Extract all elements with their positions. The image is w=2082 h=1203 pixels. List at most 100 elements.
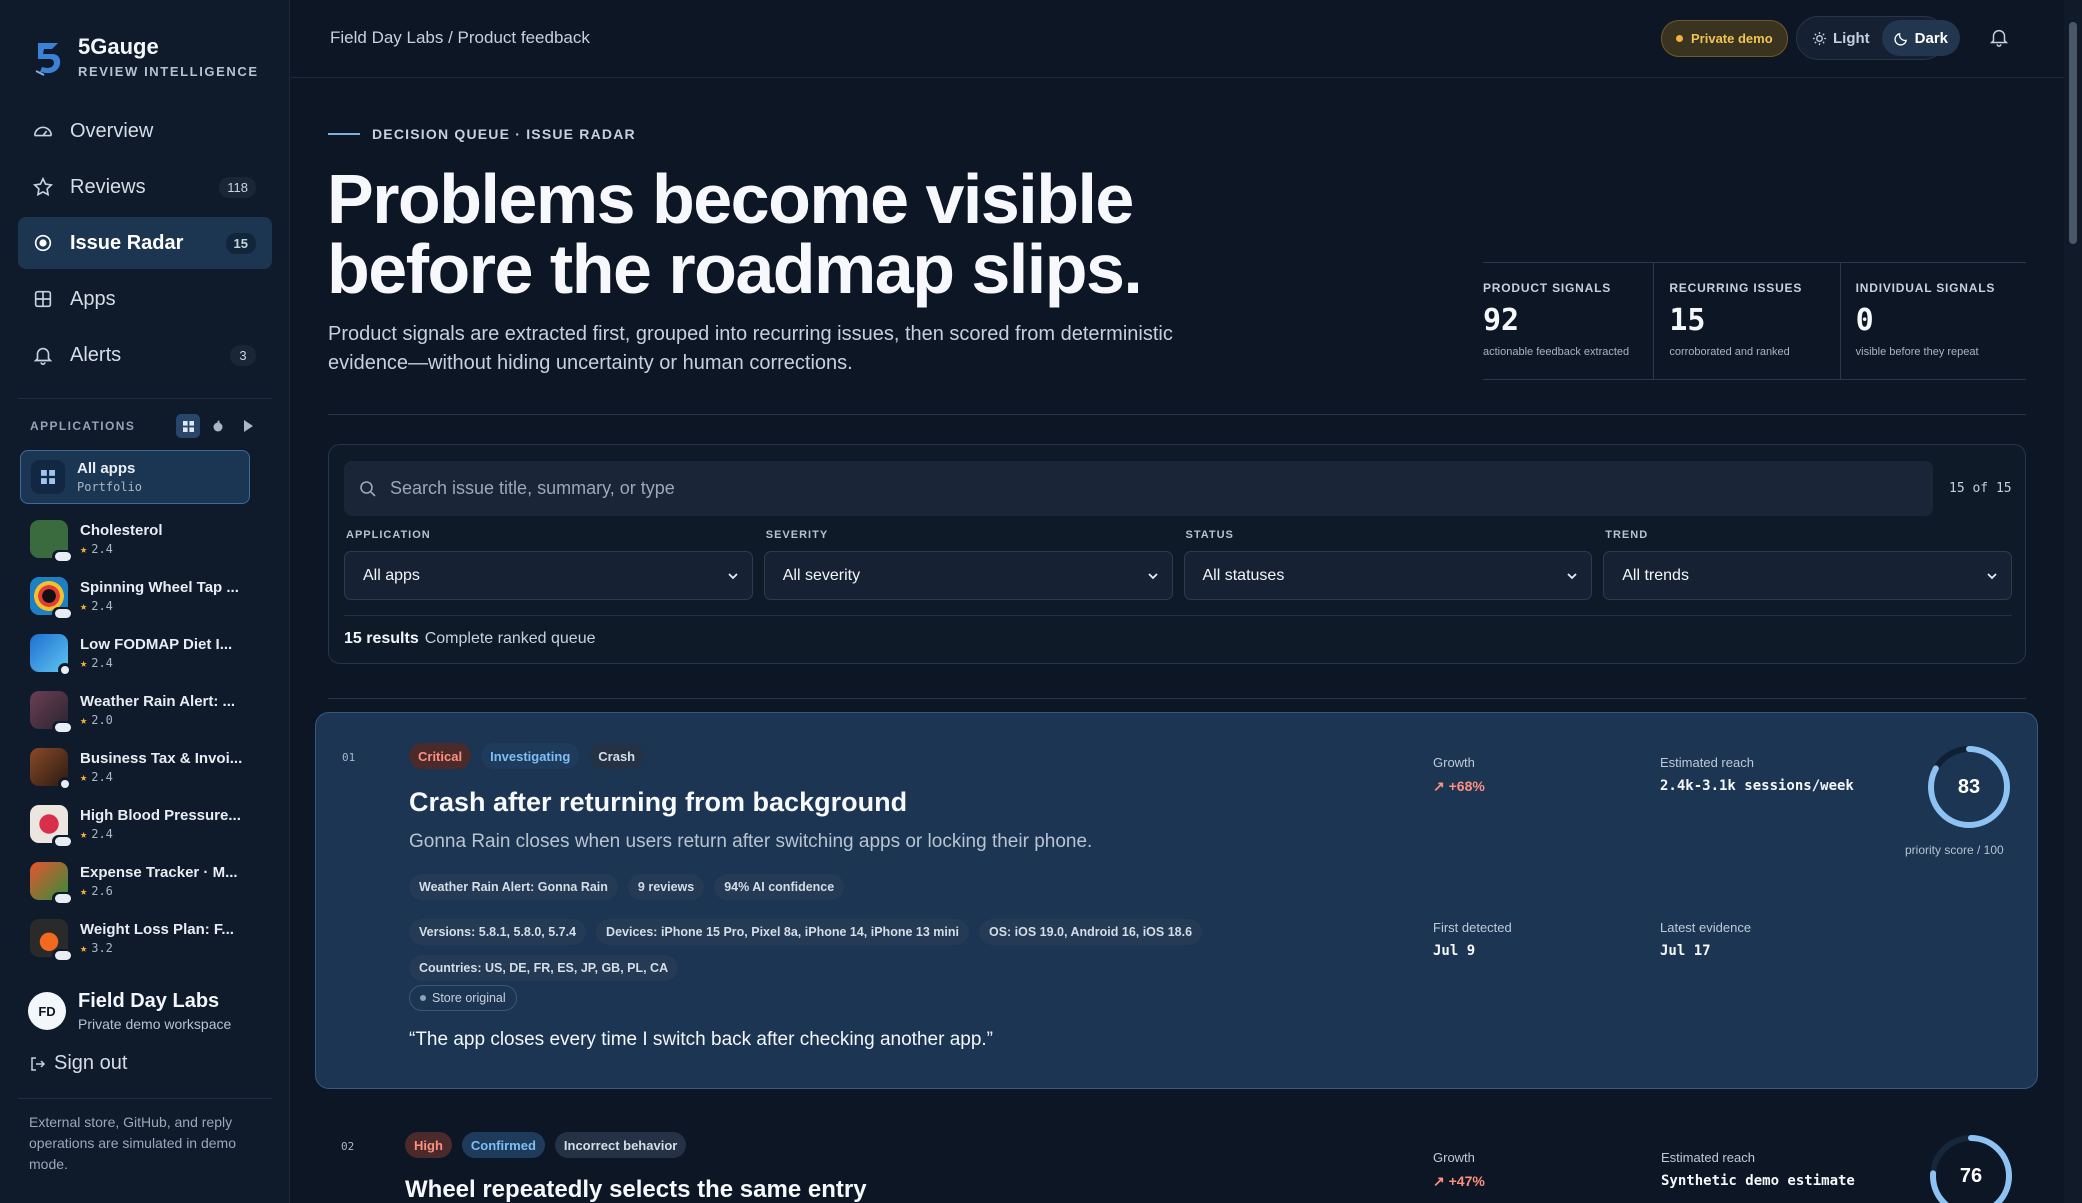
app-icon-spinning-wheel (30, 576, 74, 620)
select-value: All apps (363, 566, 420, 584)
latest-evidence-value: Jul 17 (1660, 943, 1711, 959)
star-icon: ★ (80, 769, 88, 784)
latest-evidence-metric: Latest evidence Jul 17 (1660, 920, 1751, 959)
issue-summary: Gonna Rain closes when users return afte… (409, 831, 1093, 852)
theme-dark-button[interactable]: Dark (1881, 20, 1961, 56)
sidebar-divider (18, 398, 272, 399)
theme-light-button[interactable]: Light (1800, 20, 1882, 56)
grid-icon (34, 290, 52, 308)
versions-chip: Versions: 5.8.1, 5.8.0, 5.7.4 (409, 919, 587, 945)
app-item[interactable]: Expense Tracker · M... ★ 2.6 (20, 852, 250, 909)
nav-count: 15 (225, 232, 256, 254)
app-name: Expense Tracker · M... (80, 863, 238, 881)
nav-label: Alerts (70, 343, 122, 366)
issue-rank: 01 (342, 751, 356, 764)
app-item-all-apps[interactable]: All apps Portfolio (20, 450, 250, 504)
dot-icon (420, 995, 426, 1001)
brand[interactable]: 5Gauge REVIEW INTELLIGENCE (32, 34, 259, 79)
select-value: All statuses (1202, 566, 1285, 584)
app-icon-weight-loss (30, 918, 74, 962)
app-rating: 2.4 (91, 541, 113, 556)
app-item[interactable]: Weather Rain Alert: ... ★ 2.0 (20, 681, 250, 738)
application-select[interactable]: All apps (344, 551, 753, 600)
summary-stats: PRODUCT SIGNALS 92 actionable feedback e… (1483, 262, 2026, 380)
nav-item-overview[interactable]: Overview (18, 105, 272, 157)
first-detected-metric: First detected Jul 9 (1433, 920, 1512, 959)
stat-sub: corroborated and ranked (1669, 346, 1790, 358)
brand-logo-icon (35, 42, 61, 76)
apple-icon[interactable] (206, 414, 230, 438)
app-name: Business Tax & Invoi... (80, 749, 243, 767)
chevron-down-icon (728, 572, 738, 579)
theme-light-label: Light (1833, 29, 1870, 47)
applications-heading: APPLICATIONS (30, 419, 136, 433)
issue-env-chips: Versions: 5.8.1, 5.8.0, 5.7.4 Devices: i… (409, 919, 1269, 981)
os-chip: OS: iOS 19.0, Android 16, iOS 18.6 (978, 919, 1203, 945)
sun-icon (1812, 31, 1827, 45)
issue-card[interactable]: 02 High Confirmed Incorrect behavior Whe… (315, 1106, 2038, 1203)
countries-chip: Countries: US, DE, FR, ES, JP, GB, PL, C… (409, 955, 679, 981)
eyebrow-text: DECISION QUEUE · ISSUE RADAR (372, 126, 636, 142)
app-icon-business-tax (30, 747, 72, 791)
status-badge: Investigating (481, 743, 580, 769)
filter-label: STATUS (1185, 529, 1234, 541)
grid-icon (31, 460, 65, 494)
metric-label: Estimated reach (1660, 755, 1754, 770)
sidebar-divider (18, 1098, 272, 1099)
filter-row: APPLICATION All apps SEVERITY All severi… (344, 529, 2012, 600)
stat-sub: visible before they repeat (1855, 346, 1979, 358)
sign-out-button[interactable]: Sign out (30, 1052, 127, 1075)
nav-count: 118 (219, 176, 256, 198)
store-original-chip[interactable]: Store original (409, 985, 517, 1011)
severity-badge: Critical (409, 743, 472, 769)
severity-select[interactable]: All severity (763, 551, 1173, 600)
page-title: Problems become visible before the roadm… (327, 160, 1143, 308)
brand-name: 5Gauge (78, 34, 159, 59)
star-icon: ★ (80, 655, 88, 670)
app-item[interactable]: Spinning Wheel Tap ... ★ 2.4 (20, 567, 250, 624)
notifications-bell-icon[interactable] (1988, 26, 2010, 48)
select-value: All severity (782, 566, 861, 584)
filter-application: APPLICATION All apps (344, 529, 753, 600)
page-scrollbar[interactable] (2064, 0, 2082, 1203)
workspace-switcher[interactable]: FD Field Day Labs Private demo workspace (28, 990, 231, 1032)
star-icon: ★ (80, 712, 88, 727)
reach-value: Synthetic demo estimate (1661, 1173, 1855, 1189)
nav-item-alerts[interactable]: Alerts 3 (18, 329, 272, 381)
scrollbar-thumb[interactable] (2069, 22, 2077, 244)
app-item[interactable]: Low FODMAP Diet I... ★ 2.4 (20, 624, 250, 681)
app-item[interactable]: High Blood Pressure... ★ 2.4 (20, 795, 250, 852)
app-item[interactable]: Weight Loss Plan: F... ★ 3.2 (20, 909, 250, 966)
app-item[interactable]: Cholesterol ★ 2.4 (20, 510, 250, 567)
app-chip: Weather Rain Alert: Gonna Rain (409, 874, 618, 900)
search-input[interactable] (390, 478, 1890, 499)
badge-label: Private demo (1691, 31, 1773, 46)
nav-item-reviews[interactable]: Reviews 118 (18, 161, 272, 213)
breadcrumb[interactable]: Field Day Labs / Product feedback (330, 28, 590, 48)
status-dot-icon (1676, 35, 1683, 42)
app-item[interactable]: Business Tax & Invoi... ★ 2.4 (20, 738, 250, 795)
sidebar: 5Gauge REVIEW INTELLIGENCE Overview Revi… (0, 0, 290, 1203)
reviews-chip: 9 reviews (627, 874, 705, 900)
results-note: Complete ranked queue (424, 630, 596, 647)
radar-icon (34, 234, 52, 252)
status-select[interactable]: All statuses (1183, 551, 1593, 600)
issue-title[interactable]: Wheel repeatedly selects the same entry (405, 1176, 867, 1203)
stat-value: 15 (1669, 303, 1706, 338)
metric-label: Growth (1433, 755, 1475, 770)
nav-item-apps[interactable]: Apps (18, 273, 272, 325)
app-name: High Blood Pressure... (80, 806, 241, 824)
theme-toggle: Light Dark (1796, 16, 1961, 60)
reach-metric: Estimated reach 2.4k-3.1k sessions/week (1660, 755, 1854, 794)
app-name: Spinning Wheel Tap ... (80, 578, 239, 596)
app-icon-cholesterol (30, 519, 74, 563)
sign-out-label: Sign out (54, 1052, 128, 1074)
google-play-icon[interactable] (236, 414, 260, 438)
issue-card[interactable]: 01 Critical Investigating Crash Crash af… (315, 712, 2038, 1089)
nav-item-issue-radar[interactable]: Issue Radar 15 (18, 217, 272, 269)
trend-select[interactable]: All trends (1603, 551, 2012, 600)
issue-title[interactable]: Crash after returning from background (409, 787, 907, 818)
all-platforms-icon[interactable] (176, 414, 200, 438)
private-demo-badge: Private demo (1661, 20, 1788, 57)
first-detected-value: Jul 9 (1433, 943, 1476, 959)
